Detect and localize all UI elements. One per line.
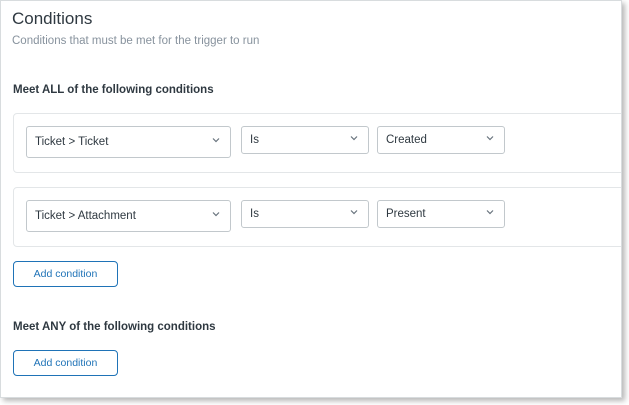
chevron-down-icon — [350, 136, 358, 141]
operator-select[interactable]: Is — [241, 200, 369, 228]
chevron-down-icon — [486, 210, 494, 215]
value-select[interactable]: Present — [377, 200, 505, 228]
operator-select[interactable]: Is — [241, 126, 369, 154]
chevron-down-icon — [350, 210, 358, 215]
page-title: Conditions — [12, 9, 93, 28]
field-select[interactable]: Ticket > Ticket — [26, 126, 231, 158]
field-select-value: Ticket > Attachment — [35, 210, 136, 222]
any-conditions-heading: Meet ANY of the following conditions — [13, 321, 216, 333]
chevron-down-icon — [486, 136, 494, 141]
field-select-value: Ticket > Ticket — [35, 136, 109, 148]
value-select[interactable]: Created — [377, 126, 505, 154]
operator-select-value: Is — [250, 134, 259, 146]
chevron-down-icon — [212, 138, 220, 143]
all-conditions-heading: Meet ALL of the following conditions — [13, 84, 214, 96]
field-select[interactable]: Ticket > Attachment — [26, 200, 231, 232]
add-all-condition-button[interactable]: Add condition — [13, 261, 118, 287]
page-subtitle: Conditions that must be met for the trig… — [12, 35, 260, 47]
value-select-value: Present — [386, 208, 426, 220]
add-any-condition-button[interactable]: Add condition — [13, 350, 118, 376]
condition-row: Ticket > Attachment Is Present — [13, 187, 621, 247]
chevron-down-icon — [212, 212, 220, 217]
value-select-value: Created — [386, 134, 427, 146]
conditions-panel: Conditions Conditions that must be met f… — [0, 0, 622, 398]
condition-row: Ticket > Ticket Is Created — [13, 113, 621, 173]
operator-select-value: Is — [250, 208, 259, 220]
